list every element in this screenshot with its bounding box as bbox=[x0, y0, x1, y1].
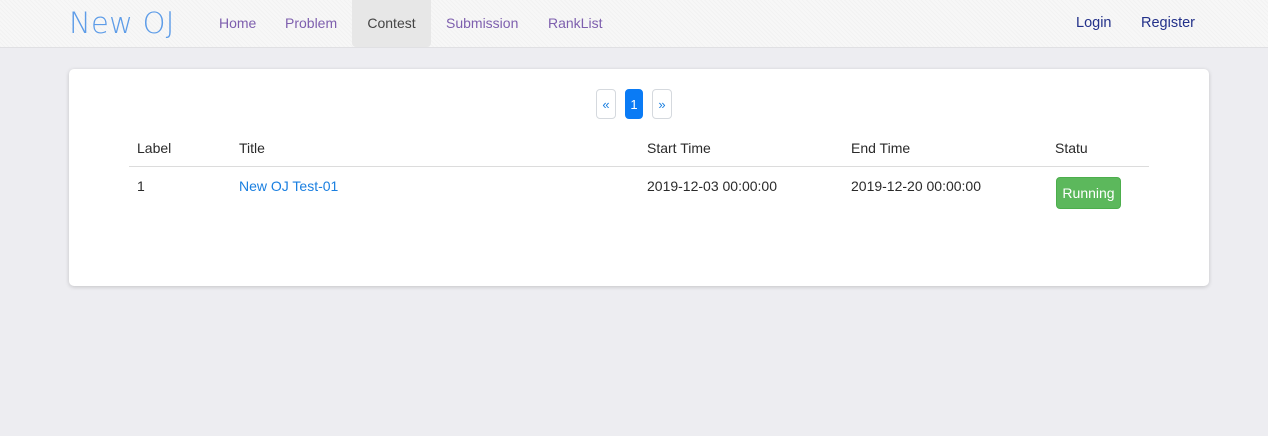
contest-title-link[interactable]: New OJ Test-01 bbox=[239, 178, 338, 194]
column-header-status: Statu bbox=[1055, 140, 1088, 156]
nav-ranklist[interactable]: RankList bbox=[548, 0, 602, 47]
status-badge[interactable]: Running bbox=[1056, 177, 1121, 209]
pagination-page-1[interactable]: 1 bbox=[625, 89, 643, 119]
pagination-next-button[interactable]: » bbox=[652, 89, 672, 119]
table-header-divider bbox=[129, 166, 1149, 167]
brand-logo[interactable]: New OJ bbox=[69, 3, 175, 43]
login-link[interactable]: Login bbox=[1076, 0, 1111, 47]
row-label: 1 bbox=[137, 178, 145, 194]
register-link[interactable]: Register bbox=[1141, 0, 1195, 47]
row-end-time: 2019-12-20 00:00:00 bbox=[851, 178, 981, 194]
column-header-title: Title bbox=[239, 140, 265, 156]
nav-home[interactable]: Home bbox=[219, 0, 256, 47]
pagination-prev-button[interactable]: « bbox=[596, 89, 616, 119]
top-navbar: New OJ Home Problem Contest Submission R… bbox=[0, 0, 1268, 48]
contest-list-card: « 1 » Label Title Start Time End Time St… bbox=[69, 69, 1209, 286]
column-header-label: Label bbox=[137, 140, 172, 156]
nav-submission[interactable]: Submission bbox=[446, 0, 518, 47]
column-header-start-time: Start Time bbox=[647, 140, 711, 156]
column-header-end-time: End Time bbox=[851, 140, 911, 156]
nav-contest[interactable]: Contest bbox=[352, 0, 431, 47]
row-start-time: 2019-12-03 00:00:00 bbox=[647, 178, 777, 194]
nav-problem[interactable]: Problem bbox=[285, 0, 337, 47]
